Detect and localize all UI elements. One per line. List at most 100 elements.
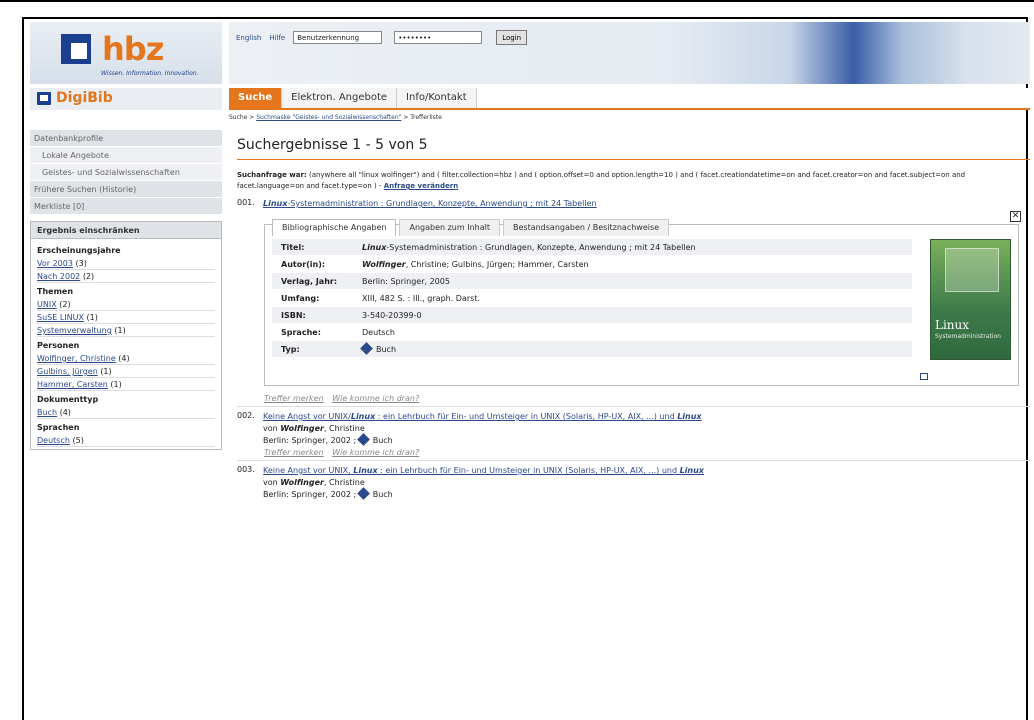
field-label: Sprache: — [281, 328, 321, 337]
filter-count: (1) — [86, 313, 98, 322]
result-title-link[interactable]: Keine Angst vor UNIX/Linux : ein Lehrbuc… — [263, 412, 702, 421]
field-value: Berlin: Springer, 2005 — [362, 277, 450, 286]
detail-tabs: Bibliographische Angaben Angaben zum Inh… — [272, 219, 672, 236]
breadcrumb-suche[interactable]: Suche — [229, 114, 247, 121]
sidebar-item-lokale-angebote[interactable]: Lokale Angebote — [30, 147, 222, 164]
filter-link[interactable]: UNIX — [37, 300, 57, 309]
table-row: Umfang: XIII, 482 S. : Ill., graph. Darst… — [272, 290, 912, 307]
field-label: ISBN: — [281, 311, 306, 320]
sidebar-item-geistes-sozialwiss[interactable]: Geistes- und Sozialwissenschaften — [30, 164, 222, 181]
page: hbz Wissen. Information. Innovation. Eng… — [30, 22, 1030, 532]
title-rest: -Systemadministration : Grundlagen, Konz… — [287, 199, 597, 208]
filter-panel: Ergebnis einschränken Erscheinungsjahre … — [30, 221, 222, 450]
window-top-border — [0, 0, 1034, 2]
sidebar-item-merkliste[interactable]: Merkliste [0] — [30, 198, 222, 215]
how-to-get-link[interactable]: Wie komme ich dran? — [332, 448, 419, 457]
result-number: 001. — [237, 198, 255, 207]
filter-heading: Erscheinungsjahre — [37, 246, 121, 255]
filter-entry: Vor 2003 (3) — [37, 257, 215, 270]
sidebar: Datenbankprofile Lokale Angebote Geistes… — [30, 130, 222, 450]
table-row: Autor(in): Wolfinger, Christine; Gulbins,… — [272, 256, 912, 273]
result-detail-panel: ✕ Bibliographische Angaben Angaben zum I… — [264, 211, 1021, 386]
filter-entry: Nach 2002 (2) — [37, 270, 215, 283]
filter-entry: SuSE LINUX (1) — [37, 311, 215, 324]
digibib-icon — [37, 92, 51, 105]
filter-heading: Personen — [37, 341, 80, 350]
digibib-brand[interactable]: DigiBib — [30, 88, 222, 110]
filter-group-years: Erscheinungsjahre Vor 2003 (3) Nach 2002… — [31, 239, 221, 449]
filter-count: (1) — [100, 367, 112, 376]
mark-hit-link[interactable]: Treffer merken — [264, 394, 324, 403]
tab-suche[interactable]: Suche — [229, 88, 283, 108]
modify-query-link[interactable]: Anfrage verändern — [384, 182, 458, 190]
table-row: Verlag, Jahr: Berlin: Springer, 2005 — [272, 273, 912, 290]
username-input[interactable]: Benutzerkennung — [293, 31, 383, 44]
hbz-logo-mark-icon — [61, 34, 95, 68]
filter-link[interactable]: Systemverwaltung — [37, 326, 112, 335]
logo-tagline: Wissen. Information. Innovation. — [101, 70, 199, 77]
field-value: Deutsch — [362, 328, 395, 337]
filter-count: (2) — [82, 272, 95, 281]
filter-title: Ergebnis einschränken — [31, 222, 221, 239]
result-item: 003. Keine Angst vor UNIX, Linux : ein L… — [237, 465, 1030, 501]
sidebar-item-datenbankprofile[interactable]: Datenbankprofile — [30, 130, 222, 147]
filter-entry: UNIX (2) — [37, 298, 215, 311]
cover-subtitle: Systemadministration — [935, 333, 1001, 340]
divider — [237, 460, 1030, 461]
cover-title: Linux — [935, 318, 970, 332]
login-button[interactable]: Login — [496, 30, 528, 45]
filter-heading: Sprachen — [37, 423, 80, 432]
detail-table: Titel: Linux-Systemadministration : Grund… — [272, 239, 912, 358]
filter-entry: Hammer, Carsten (1) — [37, 378, 215, 391]
link-help[interactable]: Hilfe — [269, 34, 285, 42]
field-value: 3-540-20399-0 — [362, 311, 422, 320]
tab-bestandsangaben[interactable]: Bestandsangaben / Besitznachweise — [502, 219, 670, 236]
field-value: XIII, 482 S. : Ill., graph. Darst. — [362, 294, 480, 303]
external-link-icon[interactable] — [920, 373, 928, 380]
book-icon — [360, 342, 373, 355]
result-title-link[interactable]: Linux-Systemadministration : Grundlagen,… — [263, 199, 597, 208]
nav-row: DigiBib Suche Elektron. Angebote Info/Ko… — [30, 88, 1030, 110]
link-english[interactable]: English — [236, 34, 261, 42]
query-text: (anywhere all "linux wolfinger") and ( f… — [237, 171, 966, 190]
field-label: Autor(in): — [281, 260, 326, 269]
filter-heading: Themen — [37, 287, 74, 296]
how-to-get-link[interactable]: Wie komme ich dran? — [332, 394, 419, 403]
filter-link[interactable]: Hammer, Carsten — [37, 380, 108, 389]
hbz-logo[interactable]: hbz Wissen. Information. Innovation. — [30, 22, 222, 84]
main-tabs: Suche Elektron. Angebote Info/Kontakt — [229, 88, 1030, 110]
result-author: von Wolfinger, Christine — [263, 478, 365, 487]
tab-info-kontakt[interactable]: Info/Kontakt — [397, 88, 477, 108]
filter-entry: Deutsch (5) — [37, 434, 215, 447]
top-banner: English Hilfe Benutzerkennung •••••••• L… — [229, 22, 1030, 84]
table-row: Typ: Buch — [272, 341, 912, 358]
book-cover-image[interactable]: Linux Systemadministration — [930, 239, 1011, 360]
breadcrumb-suchmaske[interactable]: Suchmaske "Geistes- und Sozialwissenscha… — [256, 114, 401, 121]
filter-count: (1) — [114, 326, 126, 335]
top-toolbar: English Hilfe Benutzerkennung •••••••• L… — [236, 30, 528, 45]
field-value: Wolfinger, Christine; Gulbins, Jürgen; H… — [362, 260, 589, 269]
filter-link[interactable]: Gulbins, Jürgen — [37, 367, 98, 376]
filter-link[interactable]: Deutsch — [37, 436, 70, 445]
filter-link[interactable]: Buch — [37, 408, 57, 417]
close-icon[interactable]: ✕ — [1010, 211, 1021, 222]
filter-entry: Buch (4) — [37, 406, 215, 419]
table-row: ISBN: 3-540-20399-0 — [272, 307, 912, 324]
filter-count: (3) — [75, 259, 87, 268]
filter-link[interactable]: Wolfinger, Christine — [37, 354, 116, 363]
tab-angaben-zum-inhalt[interactable]: Angaben zum Inhalt — [399, 219, 500, 236]
tab-elektron-angebote[interactable]: Elektron. Angebote — [282, 88, 398, 108]
result-publication: Berlin: Springer, 2002 ; Buch — [263, 487, 393, 500]
filter-link[interactable]: SuSE LINUX — [37, 313, 84, 322]
mark-hit-link[interactable]: Treffer merken — [264, 448, 324, 457]
filter-link[interactable]: Vor 2003 — [37, 259, 73, 268]
result-item: 001. Linux-Systemadministration : Grundl… — [237, 198, 1030, 210]
filter-link[interactable]: Nach 2002 — [37, 272, 80, 281]
result-title-link[interactable]: Keine Angst vor UNIX, Linux : ein Lehrbu… — [263, 466, 704, 475]
table-row: Titel: Linux-Systemadministration : Grund… — [272, 239, 912, 256]
sidebar-item-historie[interactable]: Frühere Suchen (Historie) — [30, 181, 222, 198]
field-label: Typ: — [281, 345, 300, 354]
digibib-name: DigiBib — [56, 90, 113, 106]
tab-bibliographische-angaben[interactable]: Bibliographische Angaben — [272, 219, 397, 236]
password-input[interactable]: •••••••• — [394, 31, 483, 44]
